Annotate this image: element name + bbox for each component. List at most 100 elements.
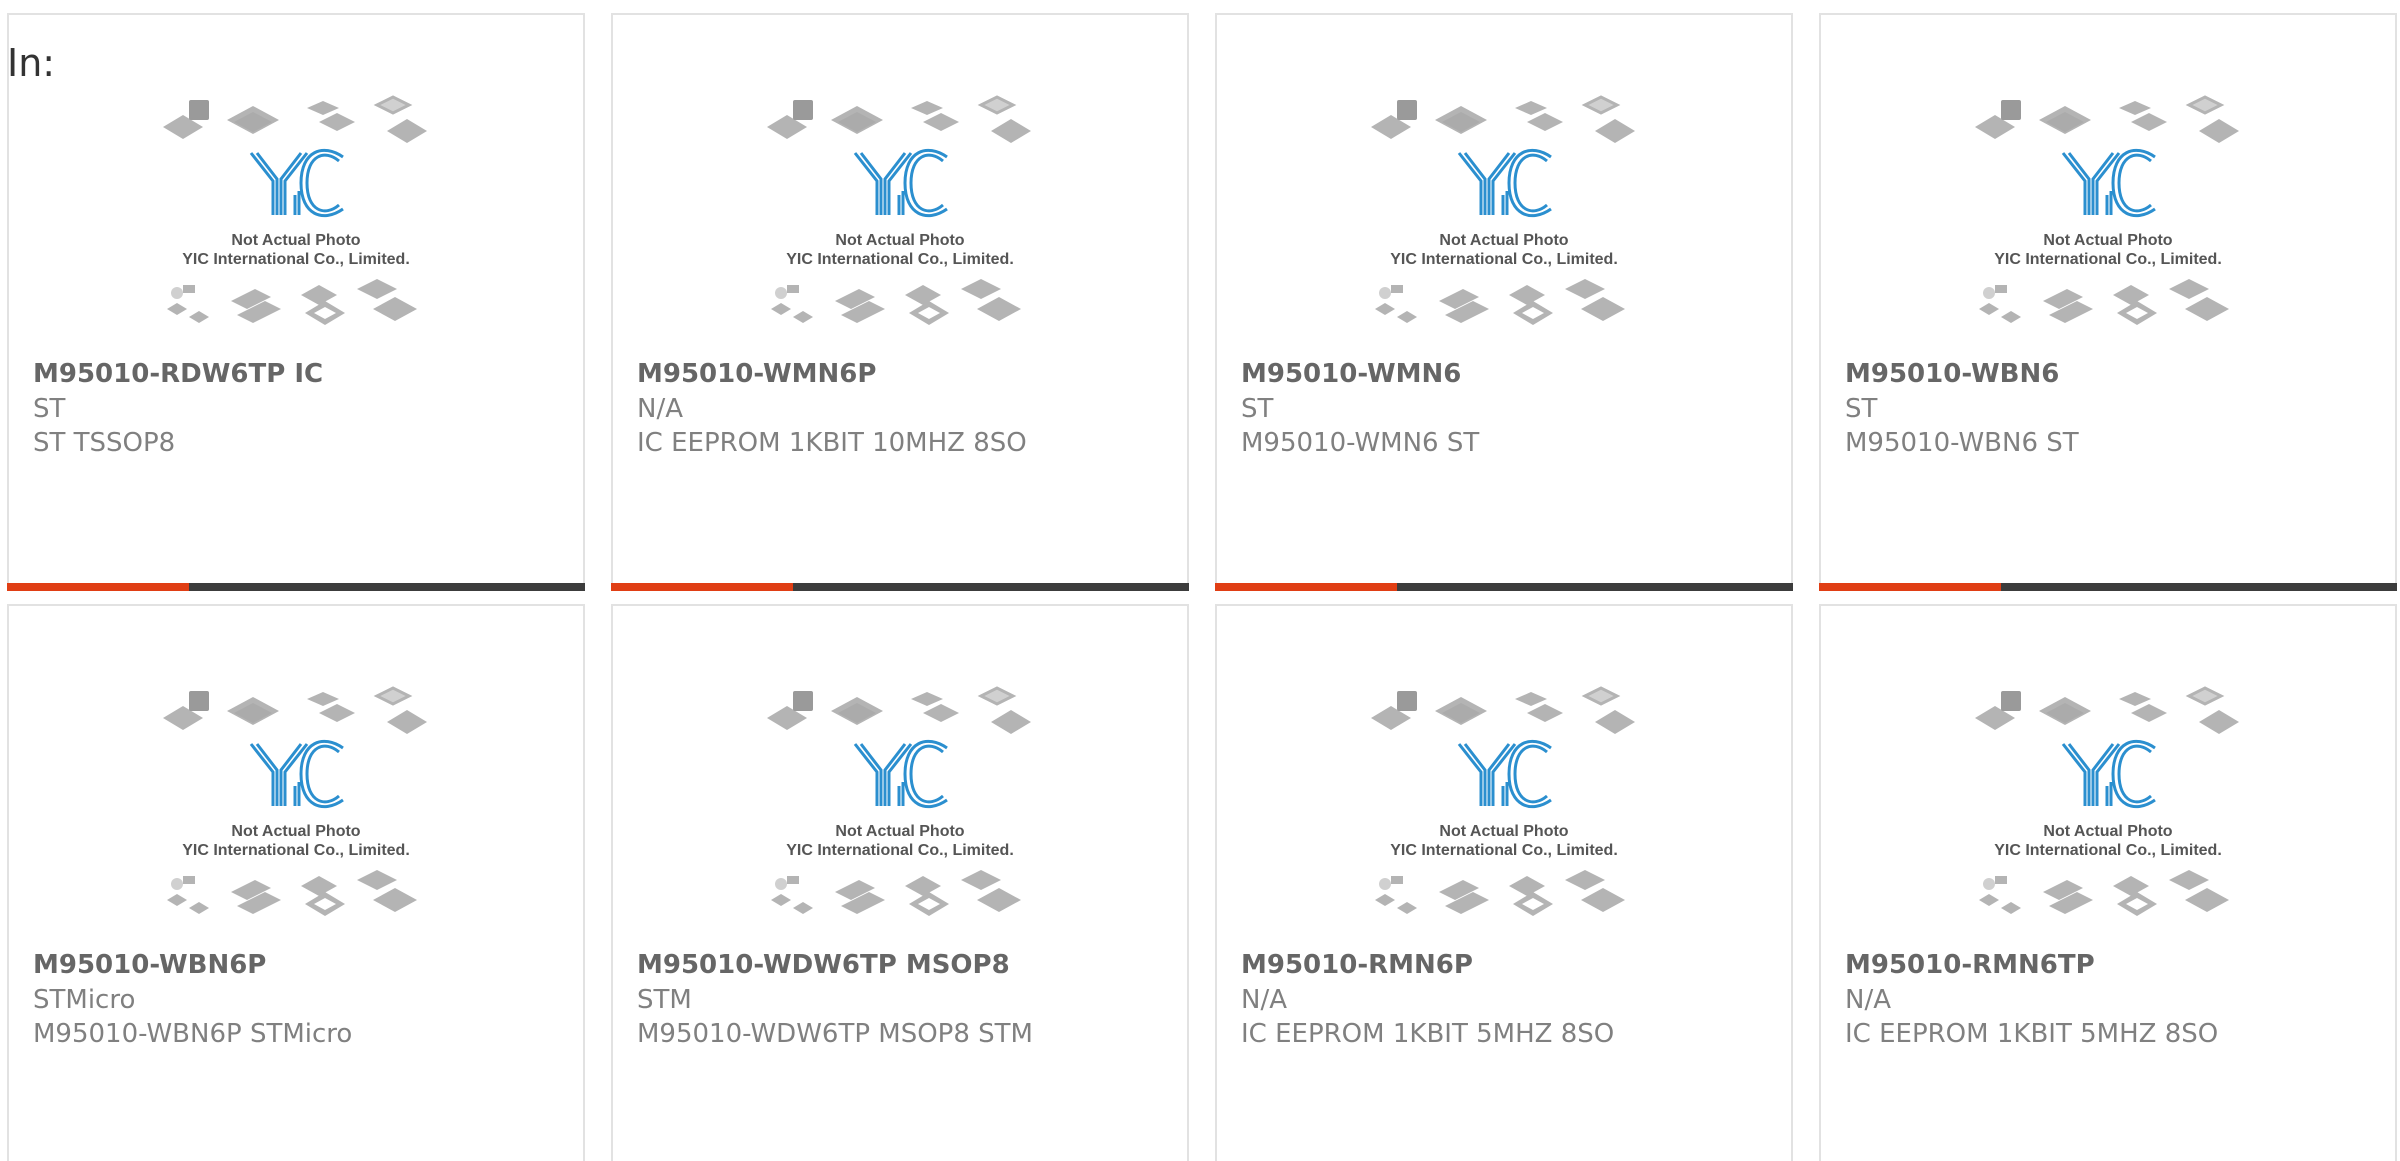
product-info: M95010-RMN6P N/A IC EEPROM 1KBIT 5MHZ 8S… xyxy=(1241,948,1779,1051)
placeholder-line1: Not Actual Photo xyxy=(1439,232,1568,249)
chip-icons-bottom xyxy=(1375,279,1625,325)
yic-logo xyxy=(249,739,344,809)
chip-icons-top xyxy=(767,95,1031,143)
card-accent-bar xyxy=(611,583,793,591)
product-card[interactable]: Not Actual Photo YIC International Co., … xyxy=(1819,604,2397,1161)
chip-icons-top xyxy=(1371,686,1635,734)
product-part-number[interactable]: M95010-WBN6 xyxy=(1845,357,2383,392)
product-manufacturer: N/A xyxy=(637,394,683,424)
product-card[interactable]: Not Actual Photo YIC International Co., … xyxy=(1819,13,2397,591)
product-part-number[interactable]: M95010-WBN6P xyxy=(33,948,571,983)
chip-icons-bottom xyxy=(771,279,1021,325)
product-description: M95010-WBN6 ST xyxy=(1845,428,2079,458)
placeholder-image: Not Actual Photo YIC International Co., … xyxy=(1371,686,1635,916)
card-bottom-bar xyxy=(7,583,585,591)
chip-icons-top xyxy=(767,686,1031,734)
chip-icons-top xyxy=(163,95,427,143)
product-card[interactable]: Not Actual Photo YIC International Co., … xyxy=(1215,13,1793,591)
placeholder-line2: YIC International Co., Limited. xyxy=(182,251,410,268)
chip-icons-top xyxy=(163,686,427,734)
placeholder-image: Not Actual Photo YIC International Co., … xyxy=(163,95,427,325)
product-info: M95010-WBN6P STMicro M95010-WBN6P STMicr… xyxy=(33,948,571,1051)
product-thumbnail[interactable]: Not Actual Photo YIC International Co., … xyxy=(1217,686,1791,966)
product-card[interactable]: Not Actual Photo YIC International Co., … xyxy=(1215,604,1793,1161)
product-part-number[interactable]: M95010-WMN6 xyxy=(1241,357,1779,392)
yic-logo xyxy=(2061,148,2156,218)
placeholder-line1: Not Actual Photo xyxy=(231,823,360,840)
chip-icons-bottom xyxy=(167,279,417,325)
product-thumbnail[interactable]: Not Actual Photo YIC International Co., … xyxy=(1217,95,1791,375)
chip-icons-top xyxy=(1975,95,2239,143)
chip-icons-bottom xyxy=(1375,870,1625,916)
placeholder-line2: YIC International Co., Limited. xyxy=(786,842,1014,859)
product-part-number[interactable]: M95010-RMN6P xyxy=(1241,948,1779,983)
product-info: M95010-RMN6TP N/A IC EEPROM 1KBIT 5MHZ 8… xyxy=(1845,948,2383,1051)
product-info: M95010-RDW6TP IC ST ST TSSOP8 xyxy=(33,357,571,460)
yic-logo xyxy=(2061,739,2156,809)
product-part-number[interactable]: M95010-RMN6TP xyxy=(1845,948,2383,983)
card-bottom-bar xyxy=(611,583,1189,591)
yic-logo xyxy=(853,739,948,809)
product-card[interactable]: Not Actual Photo YIC International Co., … xyxy=(7,13,585,591)
chip-icons-top xyxy=(1975,686,2239,734)
placeholder-line2: YIC International Co., Limited. xyxy=(1994,251,2222,268)
placeholder-line1: Not Actual Photo xyxy=(835,823,964,840)
product-manufacturer: ST xyxy=(1241,394,1274,424)
product-card[interactable]: Not Actual Photo YIC International Co., … xyxy=(611,13,1189,591)
yic-logo xyxy=(1457,148,1552,218)
product-description: ST TSSOP8 xyxy=(33,428,176,458)
product-part-number[interactable]: M95010-WMN6P xyxy=(637,357,1175,392)
placeholder-line1: Not Actual Photo xyxy=(835,232,964,249)
product-thumbnail[interactable]: Not Actual Photo YIC International Co., … xyxy=(613,686,1187,966)
product-thumbnail[interactable]: Not Actual Photo YIC International Co., … xyxy=(613,95,1187,375)
product-manufacturer: ST xyxy=(1845,394,1878,424)
placeholder-image: Not Actual Photo YIC International Co., … xyxy=(1975,686,2239,916)
product-card[interactable]: Not Actual Photo YIC International Co., … xyxy=(7,604,585,1161)
card-accent-bar xyxy=(1215,583,1397,591)
product-description: IC EEPROM 1KBIT 5MHZ 8SO xyxy=(1845,1019,2219,1049)
product-info: M95010-WDW6TP MSOP8 STM M95010-WDW6TP MS… xyxy=(637,948,1175,1051)
placeholder-line1: Not Actual Photo xyxy=(2043,232,2172,249)
chip-icons-bottom xyxy=(1979,279,2229,325)
placeholder-line1: Not Actual Photo xyxy=(1439,823,1568,840)
placeholder-image: Not Actual Photo YIC International Co., … xyxy=(1371,95,1635,325)
card-bottom-bar xyxy=(1819,583,2397,591)
product-manufacturer: STM xyxy=(637,985,692,1015)
placeholder-line2: YIC International Co., Limited. xyxy=(1994,842,2222,859)
product-description: IC EEPROM 1KBIT 10MHZ 8SO xyxy=(637,428,1027,458)
card-bottom-bar xyxy=(1215,583,1793,591)
chip-icons-bottom xyxy=(167,870,417,916)
product-card[interactable]: Not Actual Photo YIC International Co., … xyxy=(611,604,1189,1161)
product-manufacturer: STMicro xyxy=(33,985,136,1015)
placeholder-image: Not Actual Photo YIC International Co., … xyxy=(1975,95,2239,325)
chip-icons-bottom xyxy=(771,870,1021,916)
product-thumbnail[interactable]: Not Actual Photo YIC International Co., … xyxy=(1821,686,2395,966)
placeholder-line1: Not Actual Photo xyxy=(231,232,360,249)
product-part-number[interactable]: M95010-WDW6TP MSOP8 xyxy=(637,948,1175,983)
product-info: M95010-WMN6 ST M95010-WMN6 ST xyxy=(1241,357,1779,460)
product-manufacturer: N/A xyxy=(1241,985,1287,1015)
placeholder-line2: YIC International Co., Limited. xyxy=(182,842,410,859)
yic-logo xyxy=(249,148,344,218)
yic-logo xyxy=(1457,739,1552,809)
card-accent-bar xyxy=(7,583,189,591)
chip-icons-bottom xyxy=(1979,870,2229,916)
in-label: In: xyxy=(7,41,56,85)
product-part-number[interactable]: M95010-RDW6TP IC xyxy=(33,357,571,392)
product-info: M95010-WMN6P N/A IC EEPROM 1KBIT 10MHZ 8… xyxy=(637,357,1175,460)
placeholder-image: Not Actual Photo YIC International Co., … xyxy=(767,686,1031,916)
product-thumbnail[interactable]: Not Actual Photo YIC International Co., … xyxy=(1821,95,2395,375)
product-description: M95010-WMN6 ST xyxy=(1241,428,1480,458)
yic-logo xyxy=(853,148,948,218)
product-thumbnail[interactable]: Not Actual Photo YIC International Co., … xyxy=(9,686,583,966)
placeholder-line2: YIC International Co., Limited. xyxy=(1390,251,1618,268)
placeholder-image: Not Actual Photo YIC International Co., … xyxy=(767,95,1031,325)
placeholder-image: Not Actual Photo YIC International Co., … xyxy=(163,686,427,916)
product-info: M95010-WBN6 ST M95010-WBN6 ST xyxy=(1845,357,2383,460)
card-accent-bar xyxy=(1819,583,2001,591)
product-thumbnail[interactable]: Not Actual Photo YIC International Co., … xyxy=(9,95,583,375)
product-manufacturer: N/A xyxy=(1845,985,1891,1015)
placeholder-line2: YIC International Co., Limited. xyxy=(1390,842,1618,859)
product-description: M95010-WDW6TP MSOP8 STM xyxy=(637,1019,1033,1049)
product-manufacturer: ST xyxy=(33,394,66,424)
